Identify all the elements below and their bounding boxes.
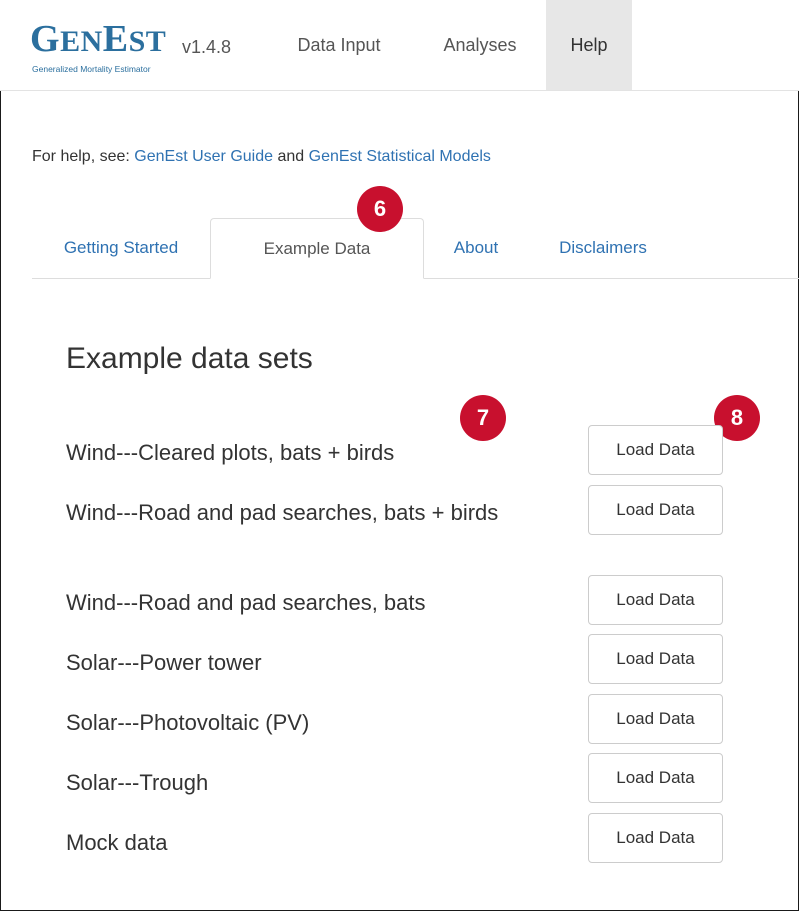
help-prefix: For help, see:	[32, 148, 130, 165]
brand-name: GENEST	[30, 18, 167, 60]
user-guide-link[interactable]: GenEst User Guide	[134, 148, 273, 165]
load-data-button[interactable]: Load Data	[588, 485, 723, 535]
nav-analyses[interactable]: Analyses	[420, 0, 540, 90]
load-data-button[interactable]: Load Data	[588, 634, 723, 684]
dataset-label: Solar---Trough	[66, 770, 209, 795]
dataset-label: Wind---Cleared plots, bats + birds	[66, 440, 395, 465]
tab-getting-started[interactable]: Getting Started	[32, 218, 210, 278]
load-data-button[interactable]: Load Data	[588, 753, 723, 803]
dataset-label: Wind---Road and pad searches, bats + bir…	[66, 500, 499, 525]
version-label: v1.4.8	[182, 37, 232, 57]
brand-subtitle: Generalized Mortality Estimator	[32, 64, 151, 74]
load-data-button[interactable]: Load Data	[588, 425, 723, 475]
genest-logo[interactable]: GENEST Generalized Mortality Estimator	[30, 18, 180, 78]
tab-about[interactable]: About	[424, 218, 528, 278]
load-data-button[interactable]: Load Data	[588, 694, 723, 744]
help-line: For help, see: GenEst User Guide and Gen…	[32, 148, 491, 166]
callout-badge-6: 6	[357, 186, 403, 232]
load-data-button[interactable]: Load Data	[588, 575, 723, 625]
dataset-label: Solar---Power tower	[66, 650, 262, 675]
navbar: GENEST Generalized Mortality Estimator v…	[0, 0, 799, 91]
dataset-label: Wind---Road and pad searches, bats	[66, 590, 426, 615]
tab-disclaimers[interactable]: Disclaimers	[528, 218, 678, 278]
dataset-label: Solar---Photovoltaic (PV)	[66, 710, 310, 735]
dataset-label: Mock data	[66, 830, 168, 855]
section-title: Example data sets	[66, 342, 313, 375]
statistical-models-link[interactable]: GenEst Statistical Models	[309, 148, 491, 165]
nav-data-input[interactable]: Data Input	[274, 0, 404, 90]
help-and: and	[277, 148, 305, 165]
nav-help[interactable]: Help	[546, 0, 632, 90]
help-tabs: Getting Started Example Data About Discl…	[32, 218, 799, 279]
callout-badge-7: 7	[460, 395, 506, 441]
load-data-button[interactable]: Load Data	[588, 813, 723, 863]
